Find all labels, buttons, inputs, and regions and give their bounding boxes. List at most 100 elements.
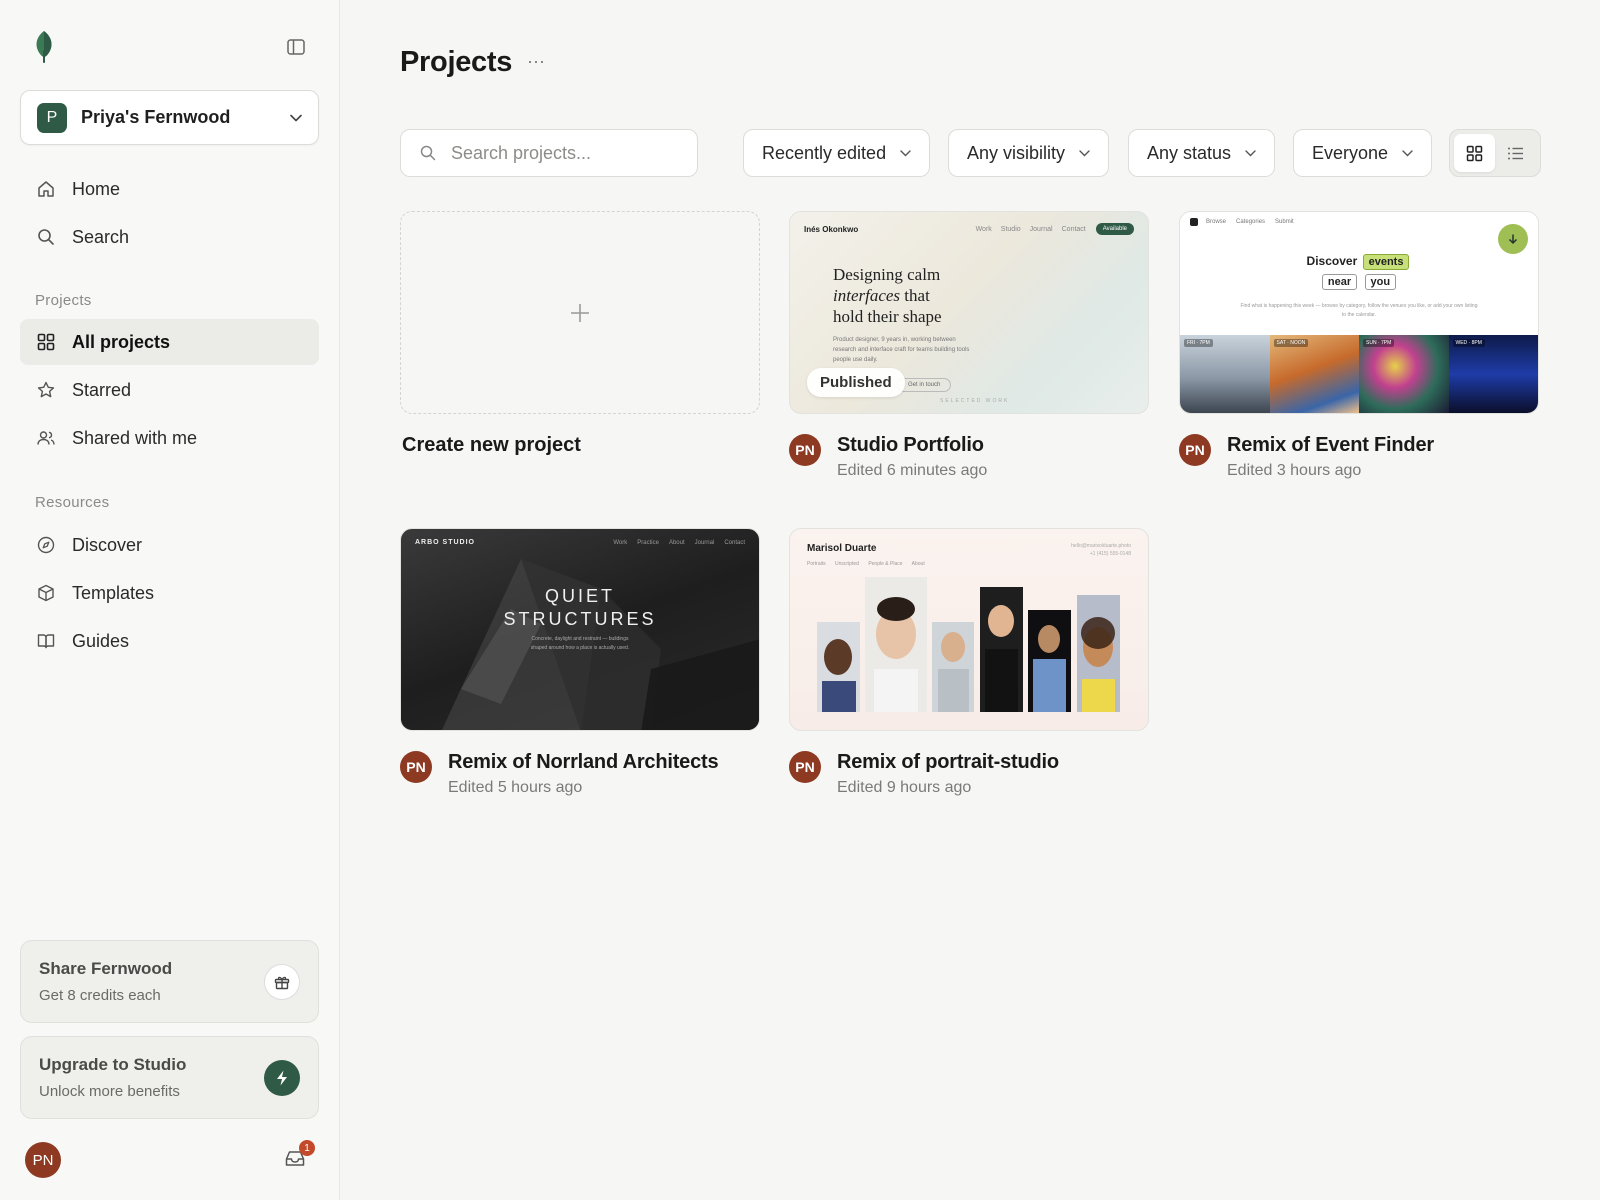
preview-photo-strip: FRI · 7PM SAT · NOON SUN · 7PM WED · 8PM (1180, 335, 1538, 413)
nav-item-shared-with-me[interactable]: Shared with me (20, 415, 319, 461)
nav-item-label: Home (72, 178, 121, 199)
headline-rest: that (900, 286, 930, 305)
project-title[interactable]: Remix of Event Finder (1227, 434, 1434, 457)
download-icon (1498, 224, 1528, 254)
fernwood-logo-icon[interactable] (32, 30, 56, 64)
star-icon (35, 379, 57, 401)
project-card[interactable]: ARBO STUDIO Work Practice About Journal … (400, 528, 760, 799)
project-thumbnail[interactable]: Inés Okonkwo Work Studio Journal Contact… (789, 211, 1149, 414)
grid-view-button[interactable] (1454, 134, 1495, 172)
headline-line: interfaces that (833, 285, 942, 306)
description-line: Concrete, daylight and restraint — build… (531, 636, 629, 642)
resources-nav: Discover Templates Guides (20, 522, 319, 666)
project-title[interactable]: Remix of Norrland Architects (448, 751, 719, 774)
nav-item-label: Templates (72, 582, 155, 603)
inbox-button[interactable]: 1 (284, 1140, 315, 1172)
create-project-card[interactable]: Create new project (400, 211, 760, 457)
project-edited-time: Edited 6 minutes ago (837, 462, 988, 479)
nav-item-label: Discover (72, 534, 143, 555)
user-avatar[interactable]: PN (25, 1142, 61, 1178)
preview-link: Journal (694, 539, 715, 546)
headline-tag: events (1362, 254, 1410, 270)
home-icon (35, 178, 57, 200)
list-view-button[interactable] (1495, 134, 1536, 172)
project-title[interactable]: Remix of portrait-studio (837, 751, 1059, 774)
share-button[interactable] (264, 964, 300, 1000)
share-promo-card[interactable]: Share Fernwood Get 8 credits each (20, 940, 319, 1023)
preview-link: About (668, 539, 685, 546)
nav-item-home[interactable]: Home (20, 166, 319, 212)
preview-link: Work (975, 225, 992, 233)
section-label-projects: Projects (35, 292, 92, 309)
nav-item-label: Guides (72, 630, 130, 651)
workspace-avatar: P (37, 102, 67, 133)
workspace-switcher[interactable]: P Priya's Fernwood (20, 90, 319, 145)
nav-item-discover[interactable]: Discover (20, 522, 319, 568)
upgrade-button[interactable] (264, 1060, 300, 1096)
sidebar: P Priya's Fernwood Home Search Projects … (0, 0, 340, 1200)
project-meta: PN Remix of Norrland Architects Edited 5… (400, 751, 760, 799)
filter-label: Everyone (1312, 142, 1389, 163)
section-label-resources: Resources (35, 494, 110, 511)
preview-brand: ARBO STUDIO (415, 539, 475, 546)
portrait-gallery (817, 577, 1120, 712)
nav-item-starred[interactable]: Starred (20, 367, 319, 413)
project-thumbnail[interactable]: ARBO STUDIO Work Practice About Journal … (400, 528, 760, 731)
create-project-thumbnail[interactable] (400, 211, 760, 414)
upgrade-promo-subtitle: Unlock more benefits (39, 1083, 180, 1100)
project-card[interactable]: Inés Okonkwo Work Studio Journal Contact… (789, 211, 1149, 482)
event-photo: SUN · 7PM (1359, 335, 1449, 413)
headline-line: STRUCTURES (503, 609, 657, 629)
event-photo: SAT · NOON (1269, 335, 1359, 413)
chevron-down-icon (1402, 149, 1413, 157)
list-icon (1508, 147, 1523, 159)
preview-logo-icon (1190, 218, 1198, 226)
owner-filter-dropdown[interactable]: Everyone (1293, 129, 1433, 177)
headline-tag: you (1364, 274, 1397, 290)
search-input[interactable] (451, 142, 671, 164)
nav-item-all-projects[interactable]: All projects (20, 319, 319, 365)
share-promo-title: Share Fernwood (39, 959, 173, 978)
project-edited-time: Edited 3 hours ago (1227, 462, 1362, 479)
nav-item-label: Search (72, 226, 130, 247)
chevron-down-icon (290, 114, 302, 121)
nav-item-guides[interactable]: Guides (20, 618, 319, 664)
project-card[interactable]: Marisol Duarte Portraits Unscripted Peop… (789, 528, 1149, 799)
preview-available-pill: Available (1095, 223, 1134, 235)
project-edited-time: Edited 9 hours ago (837, 779, 972, 796)
search-icon (35, 226, 57, 248)
event-label: SAT · NOON (1273, 339, 1309, 347)
project-card[interactable]: Browse Categories Submit Discover events… (1179, 211, 1539, 482)
preview-description: Find what is happening this week — brows… (1240, 303, 1478, 318)
filter-label: Recently edited (762, 142, 887, 163)
preview-link: Practice (637, 539, 659, 546)
preview-nav: Browse Categories Submit (1190, 218, 1304, 226)
project-edited-time: Edited 5 hours ago (448, 779, 583, 796)
project-thumbnail[interactable]: Browse Categories Submit Discover events… (1179, 211, 1539, 414)
book-icon (35, 630, 57, 652)
nav-item-templates[interactable]: Templates (20, 570, 319, 616)
more-options-button[interactable]: ··· (527, 52, 549, 72)
preview-headline: Discover events near you (1180, 252, 1538, 292)
preview-nav: ARBO STUDIO Work Practice About Journal … (415, 539, 745, 546)
preview-link: Contact (1061, 225, 1086, 233)
search-box[interactable] (400, 129, 698, 177)
preview-selected-work: SELECTED WORK (940, 398, 1010, 404)
upgrade-promo-card[interactable]: Upgrade to Studio Unlock more benefits (20, 1036, 319, 1119)
event-photo: WED · 8PM (1448, 335, 1538, 413)
headline-line: Designing calm (833, 265, 941, 284)
bolt-icon (277, 1070, 287, 1086)
preview-link: Journal (1029, 225, 1053, 233)
preview-link: Studio (1000, 225, 1021, 233)
main-nav: Home Search (20, 166, 319, 262)
project-title[interactable]: Studio Portfolio (837, 434, 984, 457)
description-line: shaped around how a place is actually us… (530, 645, 630, 651)
preview-brand: Inés Okonkwo (804, 224, 859, 234)
nav-item-search[interactable]: Search (20, 214, 319, 260)
collapse-sidebar-button[interactable] (284, 36, 308, 58)
sort-filter-dropdown[interactable]: Recently edited (743, 129, 931, 177)
status-filter-dropdown[interactable]: Any status (1128, 129, 1276, 177)
project-thumbnail[interactable]: Marisol Duarte Portraits Unscripted Peop… (789, 528, 1149, 731)
visibility-filter-dropdown[interactable]: Any visibility (948, 129, 1110, 177)
headline-tag: near (1321, 274, 1358, 290)
